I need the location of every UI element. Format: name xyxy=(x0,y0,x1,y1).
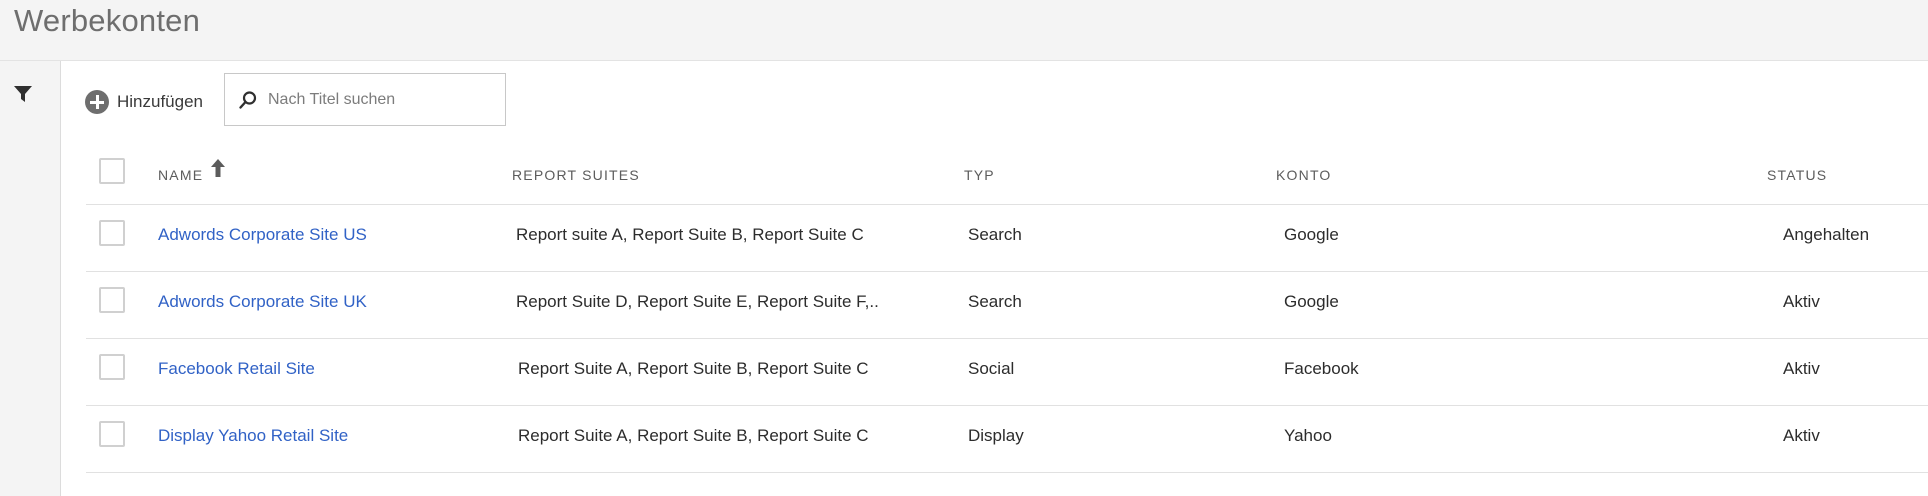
table-row[interactable]: Adwords Corporate Site UK Report Suite D… xyxy=(86,272,1928,339)
row-checkbox[interactable] xyxy=(99,354,125,380)
row-checkbox[interactable] xyxy=(99,421,125,447)
status-cell: Angehalten xyxy=(1783,225,1870,244)
report-suites-cell: Report Suite D, Report Suite E, Report S… xyxy=(516,292,879,311)
account-name-link[interactable]: Facebook Retail Site xyxy=(158,359,315,379)
column-header-name[interactable]: NAME xyxy=(158,167,203,183)
account-name-link[interactable]: Adwords Corporate Site UK xyxy=(158,292,367,312)
arrow-up-icon[interactable] xyxy=(210,158,226,178)
toolbar: Hinzufügen xyxy=(61,61,1928,139)
column-header-type[interactable]: TYP xyxy=(964,167,995,183)
account-cell: Yahoo xyxy=(1284,426,1332,445)
table-header: NAME REPORT SUITES TYP KONTO STATUS xyxy=(86,145,1928,205)
type-cell: Social xyxy=(968,359,1015,378)
column-header-report-suites[interactable]: REPORT SUITES xyxy=(512,167,640,183)
report-suites-cell: Report Suite A, Report Suite B, Report S… xyxy=(518,426,869,445)
page-title: Werbekonten xyxy=(14,3,201,38)
type-cell: Display xyxy=(968,426,1024,445)
add-button[interactable]: Hinzufügen xyxy=(85,89,203,115)
report-suites-cell: Report suite A, Report Suite B, Report S… xyxy=(516,225,864,244)
column-header-status[interactable]: STATUS xyxy=(1767,167,1827,183)
type-cell: Search xyxy=(968,292,1022,311)
add-circle-icon xyxy=(85,90,109,114)
table-row[interactable]: Display Yahoo Retail Site Report Suite A… xyxy=(86,406,1928,473)
search-box[interactable] xyxy=(224,73,506,126)
account-name-link[interactable]: Adwords Corporate Site US xyxy=(158,225,367,245)
search-input[interactable] xyxy=(268,90,488,109)
search-icon xyxy=(239,90,257,109)
page-header: Werbekonten xyxy=(0,0,1928,61)
status-cell: Aktiv xyxy=(1783,292,1820,311)
row-checkbox[interactable] xyxy=(99,220,125,246)
account-cell: Facebook xyxy=(1284,359,1359,378)
row-checkbox[interactable] xyxy=(99,287,125,313)
status-cell: Aktiv xyxy=(1783,426,1820,445)
add-button-label: Hinzufügen xyxy=(117,92,204,111)
select-all-checkbox[interactable] xyxy=(99,158,125,184)
table-row[interactable]: Facebook Retail Site Report Suite A, Rep… xyxy=(86,339,1928,406)
column-header-account[interactable]: KONTO xyxy=(1276,167,1332,183)
account-cell: Google xyxy=(1284,292,1339,311)
filter-icon[interactable] xyxy=(12,83,34,105)
filter-rail xyxy=(0,61,61,496)
accounts-table: NAME REPORT SUITES TYP KONTO STATUS Adwo… xyxy=(86,145,1928,473)
account-cell: Google xyxy=(1284,225,1339,244)
account-name-link[interactable]: Display Yahoo Retail Site xyxy=(158,426,348,446)
report-suites-cell: Report Suite A, Report Suite B, Report S… xyxy=(518,359,869,378)
status-cell: Aktiv xyxy=(1783,359,1820,378)
table-row[interactable]: Adwords Corporate Site US Report suite A… xyxy=(86,205,1928,272)
type-cell: Search xyxy=(968,225,1022,244)
